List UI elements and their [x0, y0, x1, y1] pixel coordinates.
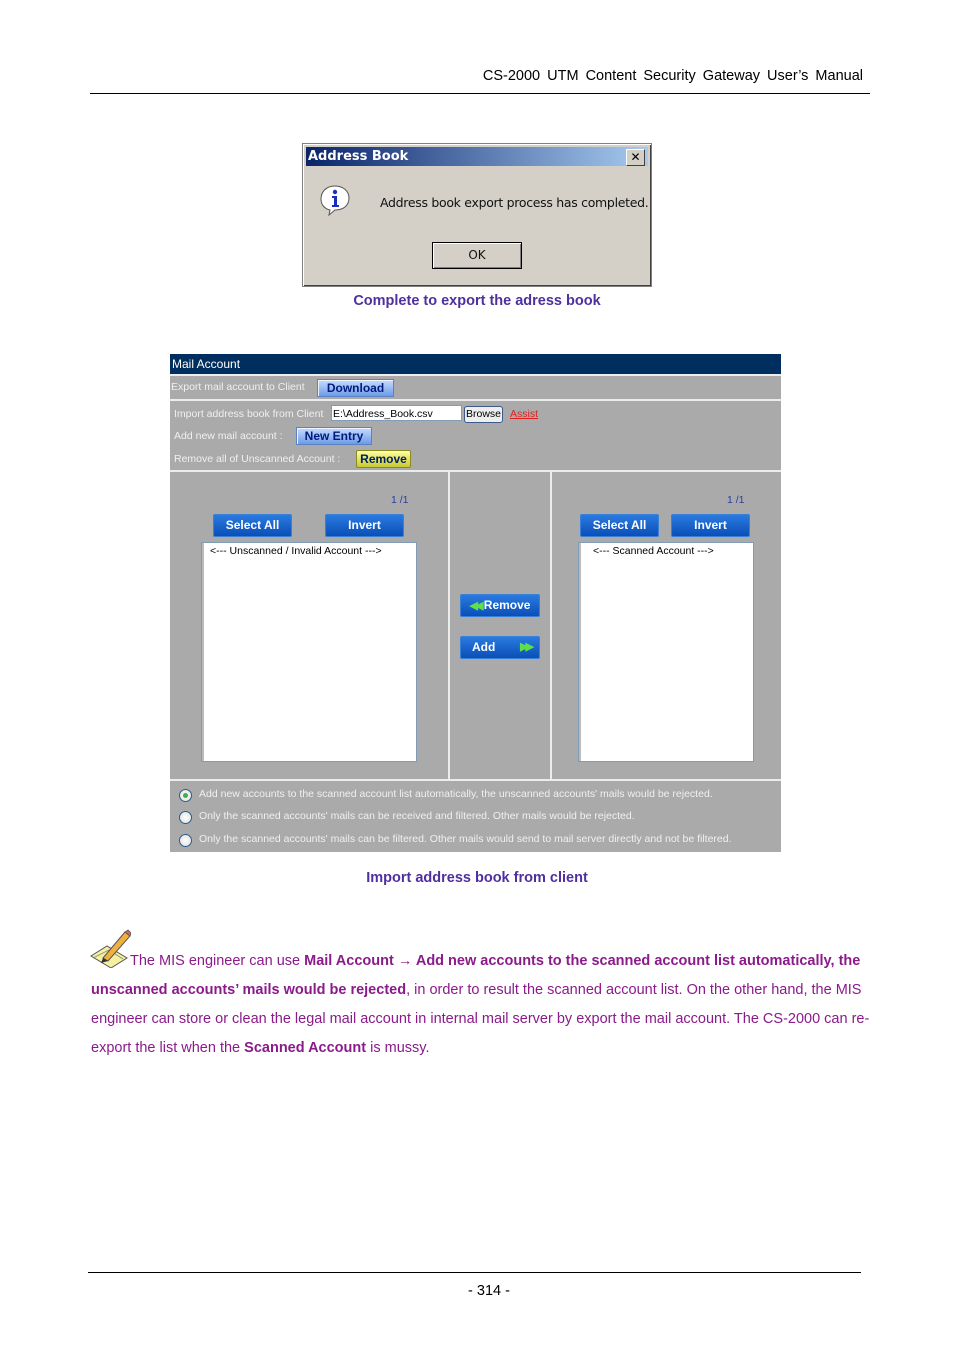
- left-page-indicator: 1 /1: [391, 494, 409, 506]
- column-divider: [448, 471, 450, 779]
- note-text-3: is mussy.: [366, 1040, 430, 1056]
- add-to-scanned-button[interactable]: Add ▶▶: [460, 636, 540, 659]
- note-text-1: The MIS engineer can use: [130, 953, 305, 969]
- note-paragraph: The MIS engineer can use Mail Account → …: [91, 947, 871, 1063]
- new-entry-button[interactable]: New Entry: [296, 427, 372, 445]
- info-icon: [320, 185, 350, 216]
- import-file-input[interactable]: E:\Address_Book.csv: [331, 405, 462, 421]
- remove-from-scanned-button[interactable]: ◀◀ Remove: [460, 594, 540, 617]
- figure-caption-import: Import address book from client: [366, 870, 588, 886]
- double-right-arrow-icon: ▶▶: [520, 641, 534, 653]
- divider: [170, 779, 781, 781]
- option-radio-1[interactable]: [179, 789, 192, 802]
- panel-title: Mail Account: [170, 354, 781, 374]
- divider: [170, 399, 781, 401]
- arrow-icon: →: [393, 953, 416, 969]
- dialog-title: Address Book: [308, 149, 409, 164]
- add-label: Add: [472, 640, 496, 654]
- note-bold-scanned-account: Scanned Account: [244, 1040, 367, 1056]
- right-select-all-button[interactable]: Select All: [580, 514, 659, 537]
- right-page-indicator: 1 /1: [727, 494, 745, 506]
- add-account-label: Add new mail account :: [174, 430, 283, 442]
- option-label-1: Add new accounts to the scanned account …: [199, 788, 713, 800]
- remove-all-button[interactable]: Remove: [356, 450, 411, 468]
- column-divider: [550, 471, 552, 779]
- ok-button[interactable]: OK: [432, 242, 522, 269]
- address-book-dialog: Address Book ✕ Address book export proce…: [302, 143, 652, 287]
- option-label-3: Only the scanned accounts' mails can be …: [199, 833, 732, 845]
- import-label: Import address book from Client: [174, 408, 324, 420]
- assist-link[interactable]: Assist: [510, 408, 538, 420]
- footer-rule: [88, 1272, 861, 1273]
- list-header-option[interactable]: <--- Unscanned / Invalid Account --->: [202, 545, 424, 557]
- scanned-account-list[interactable]: <--- Scanned Account --->: [578, 542, 754, 762]
- double-left-arrow-icon: ◀◀: [469, 600, 484, 612]
- option-label-2: Only the scanned accounts' mails can be …: [199, 810, 635, 822]
- list-header-option[interactable]: <--- Scanned Account --->: [579, 545, 767, 557]
- left-select-all-button[interactable]: Select All: [213, 514, 292, 537]
- export-label: Export mail account to Client: [171, 381, 305, 393]
- remove-label: Remove: [483, 598, 531, 612]
- remove-all-label: Remove all of Unscanned Account :: [174, 453, 341, 465]
- right-invert-button[interactable]: Invert: [671, 514, 750, 537]
- option-radio-2[interactable]: [179, 811, 192, 824]
- option-radio-3[interactable]: [179, 834, 192, 847]
- dialog-message: Address book export process has complete…: [380, 195, 649, 210]
- mail-account-panel: Mail Account Export mail account to Clie…: [170, 354, 781, 852]
- left-invert-button[interactable]: Invert: [325, 514, 404, 537]
- browse-button[interactable]: Browse: [464, 406, 504, 423]
- manual-title: CS-2000 UTM Content Security Gateway Use…: [482, 68, 863, 84]
- unscanned-account-list[interactable]: <--- Unscanned / Invalid Account --->: [201, 542, 417, 762]
- note-bold-mail-account: Mail Account: [304, 953, 394, 969]
- header-rule: [90, 93, 870, 94]
- page-number: - 314 -: [468, 1283, 510, 1299]
- dialog-titlebar: Address Book ✕: [306, 147, 648, 166]
- close-icon[interactable]: ✕: [626, 149, 645, 166]
- download-button[interactable]: Download: [317, 379, 394, 397]
- figure-caption-export: Complete to export the adress book: [353, 293, 601, 309]
- divider: [170, 374, 781, 376]
- divider: [170, 470, 781, 472]
